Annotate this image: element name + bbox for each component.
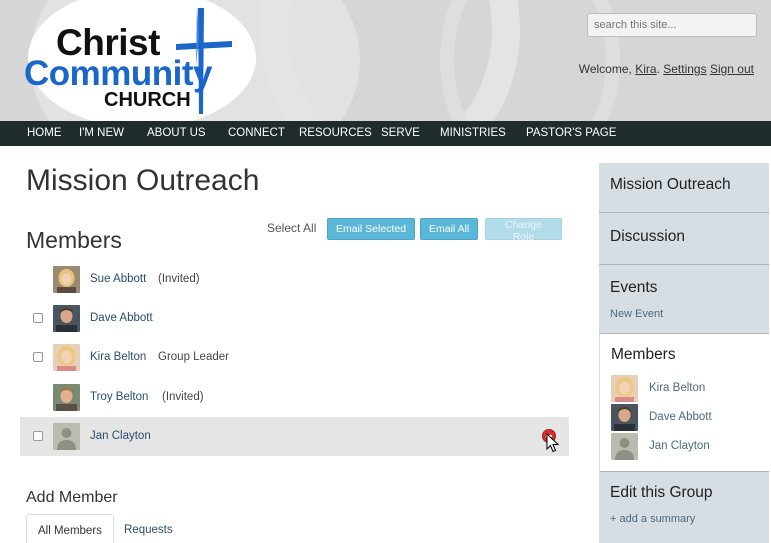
nav-resources[interactable]: RESOURCES [299,127,372,139]
member-checkbox[interactable] [33,352,43,362]
nav-ministries[interactable]: MINISTRIES [440,127,506,139]
avatar [53,384,80,411]
sidebar-item-discussion[interactable]: Discussion [599,213,769,265]
sidebar-group-name[interactable]: Mission Outreach [599,163,769,213]
sidebar-events-label[interactable]: Events [610,279,657,297]
tab-all-members[interactable]: All Members [26,514,114,543]
sidebar-member-name: Kira Belton [649,382,706,394]
member-row: Kira Belton Group Leader [20,338,569,377]
email-all-button[interactable]: Email All [420,218,479,240]
member-name-link[interactable]: Dave Abbott [90,312,153,324]
member-name-link[interactable]: Troy Belton [90,391,148,403]
member-name-link[interactable]: Kira Belton [90,351,146,363]
member-role: Group Leader [158,351,229,363]
member-row: Jan Clayton [20,417,569,456]
avatar [611,375,638,402]
sidebar-member[interactable]: Jan Clayton [611,433,771,460]
sidebar-members-label[interactable]: Members [611,346,676,364]
logo-word-community: Community [24,54,213,93]
avatar-placeholder-icon [53,423,80,450]
sidebar-discussion-label: Discussion [610,228,685,245]
group-sidebar: Mission Outreach Discussion Events New E… [599,163,769,543]
member-checkbox[interactable] [33,313,43,323]
members-heading: Members [26,227,122,253]
nav-connect[interactable]: CONNECT [228,127,285,139]
sidebar-item-events: Events New Event [599,265,769,334]
page-title: Mission Outreach [26,164,260,197]
avatar-placeholder-icon [611,433,638,460]
nav-im-new[interactable]: I'M NEW [79,127,124,139]
site-header: Christ Community CHURCH Welcome, Kira. S… [0,0,771,121]
sidebar-member-name: Jan Clayton [649,440,710,452]
select-all-link[interactable]: Select All [267,221,316,235]
add-member-heading: Add Member [26,489,118,506]
edit-group-link[interactable]: Edit this Group [610,484,713,502]
welcome-bar: Welcome, Kira. Settings Sign out [578,62,754,76]
nav-home[interactable]: HOME [27,127,62,139]
avatar [611,404,638,431]
member-name-link[interactable]: Jan Clayton [90,430,151,442]
member-name-link[interactable]: Sue Abbott [90,273,146,285]
site-logo[interactable]: Christ Community CHURCH [22,6,252,116]
member-row: Troy Belton (Invited) [20,378,569,417]
sidebar-group-title: Mission Outreach [610,176,731,193]
sidebar-member-name: Dave Abbott [649,411,712,423]
nav-pastors-page[interactable]: PASTOR'S PAGE [526,127,616,139]
sign-out-link[interactable]: Sign out [710,62,754,76]
nav-serve[interactable]: SERVE [381,127,420,139]
sidebar-member[interactable]: Kira Belton [611,375,771,402]
change-role-button[interactable]: Change Role [485,218,562,243]
sidebar-member[interactable]: Dave Abbott [611,404,771,431]
settings-link[interactable]: Settings [663,62,706,76]
user-profile-link[interactable]: Kira [635,62,656,76]
avatar [53,344,80,371]
member-status: (Invited) [158,273,200,285]
welcome-text: Welcome, [578,62,632,76]
avatar [53,266,80,293]
nav-about-us[interactable]: ABOUT US [147,127,206,139]
add-summary-link[interactable]: + add a summary [610,513,695,525]
member-row: Sue Abbott (Invited) [20,260,569,299]
member-status: (Invited) [162,391,204,403]
new-event-link[interactable]: New Event [610,308,663,320]
tab-requests[interactable]: Requests [113,514,184,543]
email-selected-button[interactable]: Email Selected [327,218,416,240]
logo-word-church: CHURCH [104,89,191,111]
sidebar-item-members: Members Kira Belton Dave Abbott Jan Clay… [599,334,769,472]
main-nav: HOME I'M NEW ABOUT US CONNECT RESOURCES … [0,121,771,146]
cursor-icon [546,433,560,453]
member-checkbox[interactable] [33,431,43,441]
search-input[interactable] [587,13,757,37]
avatar [53,305,80,332]
member-row: Dave Abbott [20,299,569,338]
sidebar-item-edit-group: Edit this Group + add a summary [599,472,769,543]
